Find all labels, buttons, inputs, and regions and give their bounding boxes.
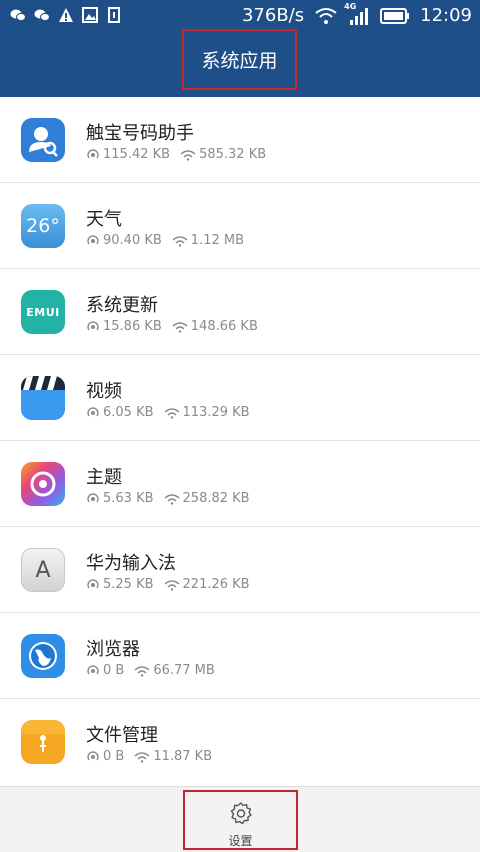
wechat-icon [10, 9, 26, 22]
app-row[interactable]: A 华为输入法 5.25 KB 221.26 KB [0, 527, 480, 613]
app-name: 视频 [86, 381, 122, 402]
mobile-data-icon [87, 664, 99, 674]
wifi-data-icon [164, 407, 179, 419]
gear-icon [230, 802, 252, 825]
wechat-icon [34, 9, 50, 22]
wifi-data-icon [164, 493, 179, 505]
bottom-bar: 设置 [0, 786, 480, 852]
emui-update-icon: EMUI [21, 290, 65, 334]
page-title: 系统应用 [201, 50, 278, 72]
mobile-data-icon [87, 406, 99, 416]
mobile-data-icon [87, 750, 99, 760]
mobile-data-icon [87, 320, 99, 330]
settings-button[interactable]: 设置 [183, 790, 298, 850]
keyboard-a-icon: A [21, 548, 65, 592]
app-row[interactable]: 视频 6.05 KB 113.29 KB [0, 355, 480, 441]
wifi-data-value: 11.87 KB [153, 749, 213, 764]
app-row[interactable]: 触宝号码助手 115.42 KB 585.32 KB [0, 97, 480, 183]
app-usage: 0 B 11.87 KB [86, 749, 222, 764]
battery-icon [380, 7, 410, 24]
mobile-data-value: 115.42 KB [103, 147, 171, 162]
weather-icon: 26° [21, 204, 65, 248]
wifi-data-icon [180, 149, 196, 161]
wifi-data-value: 113.29 KB [182, 405, 250, 420]
app-row[interactable]: 浏览器 0 B 66.77 MB [0, 613, 480, 699]
title-highlight-box: 系统应用 [182, 29, 297, 90]
mobile-data-icon [87, 578, 99, 588]
net-speed: 376B/s [241, 5, 305, 26]
app-list: 触宝号码助手 115.42 KB 585.32 KB 26° 天气 90.40 … [0, 97, 480, 786]
app-row[interactable]: 26° 天气 90.40 KB 1.12 MB [0, 183, 480, 269]
app-usage: 0 B 66.77 MB [86, 663, 225, 678]
mobile-data-value: 15.86 KB [103, 319, 162, 334]
app-name: 天气 [86, 209, 122, 230]
settings-label: 设置 [228, 834, 253, 848]
video-clapper-icon [21, 376, 65, 420]
app-usage: 15.86 KB 148.66 KB [86, 319, 268, 334]
mobile-data-value: 5.63 KB [103, 491, 154, 506]
app-usage: 6.05 KB 113.29 KB [86, 405, 260, 420]
mobile-data-value: 0 B [103, 663, 125, 678]
clock: 12:09 [420, 5, 472, 26]
weather-icon-text: 26° [26, 215, 60, 237]
theme-icon [21, 462, 65, 506]
app-row[interactable]: EMUI 系统更新 15.86 KB 148.66 KB [0, 269, 480, 355]
browser-globe-icon [21, 634, 65, 678]
mobile-data-icon [87, 148, 99, 158]
mobile-data-value: 5.25 KB [103, 577, 154, 592]
wifi-data-value: 1.12 MB [190, 233, 245, 248]
wifi-data-value: 148.66 KB [190, 319, 258, 334]
wifi-data-icon [134, 751, 150, 763]
signal-icon: 4G [344, 2, 370, 26]
wifi-data-icon [134, 665, 150, 677]
app-name: 主题 [86, 467, 122, 488]
sim-icon [108, 7, 120, 23]
wifi-data-value: 66.77 MB [153, 663, 215, 678]
app-row[interactable]: 主题 5.63 KB 258.82 KB [0, 441, 480, 527]
app-name: 华为输入法 [86, 553, 176, 574]
mobile-data-value: 6.05 KB [103, 405, 154, 420]
app-name: 系统更新 [86, 295, 158, 316]
mobile-data-value: 90.40 KB [103, 233, 162, 248]
wifi-data-value: 585.32 KB [199, 147, 267, 162]
header-bar: 376B/s 4G 12:09 系统应用 [0, 0, 480, 97]
app-usage: 5.25 KB 221.26 KB [86, 577, 260, 592]
app-name: 触宝号码助手 [86, 123, 194, 144]
app-usage: 115.42 KB 585.32 KB [86, 147, 276, 162]
emui-icon-text: EMUI [26, 305, 60, 319]
app-usage: 5.63 KB 258.82 KB [86, 491, 260, 506]
wifi-icon [315, 7, 337, 24]
warning-icon [59, 8, 73, 22]
wifi-data-icon [172, 235, 188, 247]
contact-search-icon [21, 118, 65, 162]
app-name: 文件管理 [86, 725, 158, 746]
wifi-data-icon [164, 579, 179, 591]
image-icon [82, 7, 98, 23]
wifi-data-icon [172, 321, 188, 333]
file-manager-icon [21, 720, 65, 764]
mobile-data-icon [87, 234, 99, 244]
mobile-data-icon [87, 492, 99, 502]
app-usage: 90.40 KB 1.12 MB [86, 233, 254, 248]
app-name: 浏览器 [86, 639, 140, 660]
wifi-data-value: 258.82 KB [182, 491, 250, 506]
wifi-data-value: 221.26 KB [182, 577, 250, 592]
mobile-data-value: 0 B [103, 749, 125, 764]
app-row[interactable]: 文件管理 0 B 11.87 KB [0, 699, 480, 785]
keyboard-icon-text: A [35, 557, 51, 583]
